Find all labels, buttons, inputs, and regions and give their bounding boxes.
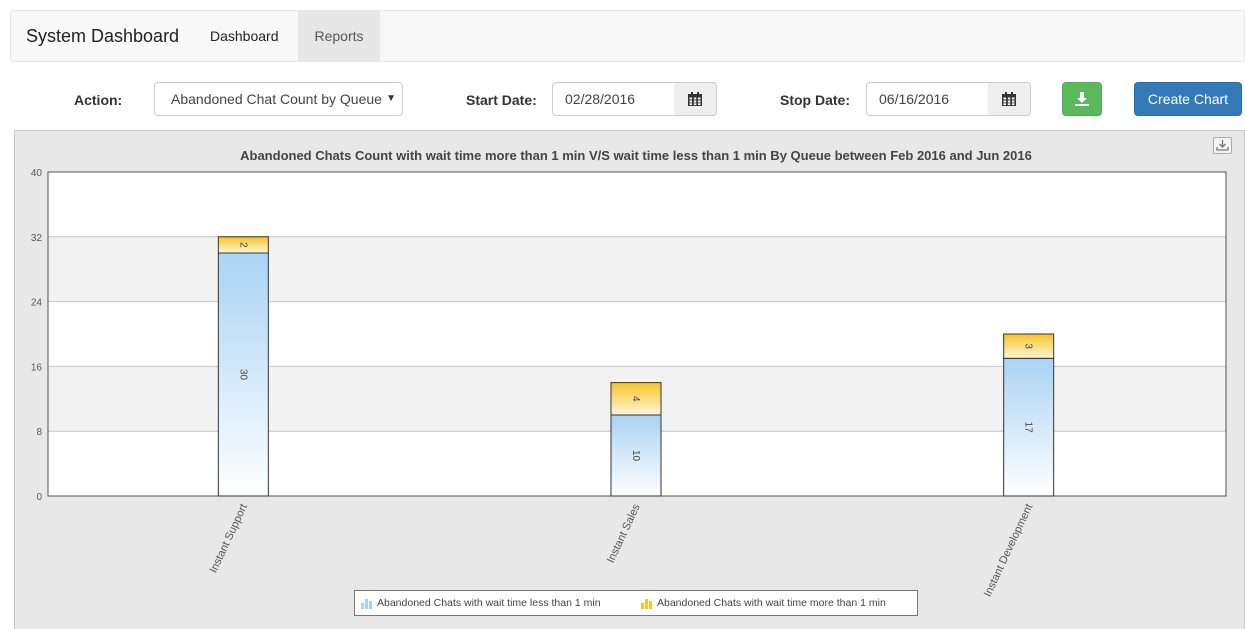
bar-data-label: 30	[237, 369, 248, 381]
bar-data-label: 17	[1023, 422, 1034, 434]
legend-item[interactable]: Abandoned Chats with wait time less than…	[361, 591, 601, 615]
stacked-bar-chart: 0 8 16 24 32 40 30 2 Instant Support 10 4 Instant S…	[31, 168, 1227, 599]
legend-label: Abandoned Chats with wait time more than…	[657, 597, 886, 609]
bar-chart-icon	[641, 598, 652, 609]
chart-legend: Abandoned Chats with wait time less than…	[354, 590, 918, 616]
y-tick-label: 8	[36, 427, 42, 438]
legend-label: Abandoned Chats with wait time less than…	[377, 597, 601, 609]
x-tick-label: Instant Support	[208, 502, 250, 575]
plot-band	[48, 172, 1226, 237]
bar-data-label: 4	[630, 396, 641, 402]
y-tick-label: 0	[36, 492, 42, 503]
x-tick-label: Instant Sales	[605, 502, 643, 565]
legend-item[interactable]: Abandoned Chats with wait time more than…	[641, 591, 886, 615]
bar-chart-icon	[361, 598, 372, 609]
y-tick-label: 32	[31, 233, 43, 244]
y-tick-label: 24	[31, 298, 43, 309]
y-tick-label: 40	[31, 168, 43, 179]
bar-data-label: 10	[630, 450, 641, 462]
bar-data-label: 2	[237, 242, 248, 248]
y-tick-label: 16	[31, 362, 43, 373]
bar-data-label: 3	[1023, 343, 1034, 349]
x-tick-label: Instant Development	[982, 502, 1036, 599]
